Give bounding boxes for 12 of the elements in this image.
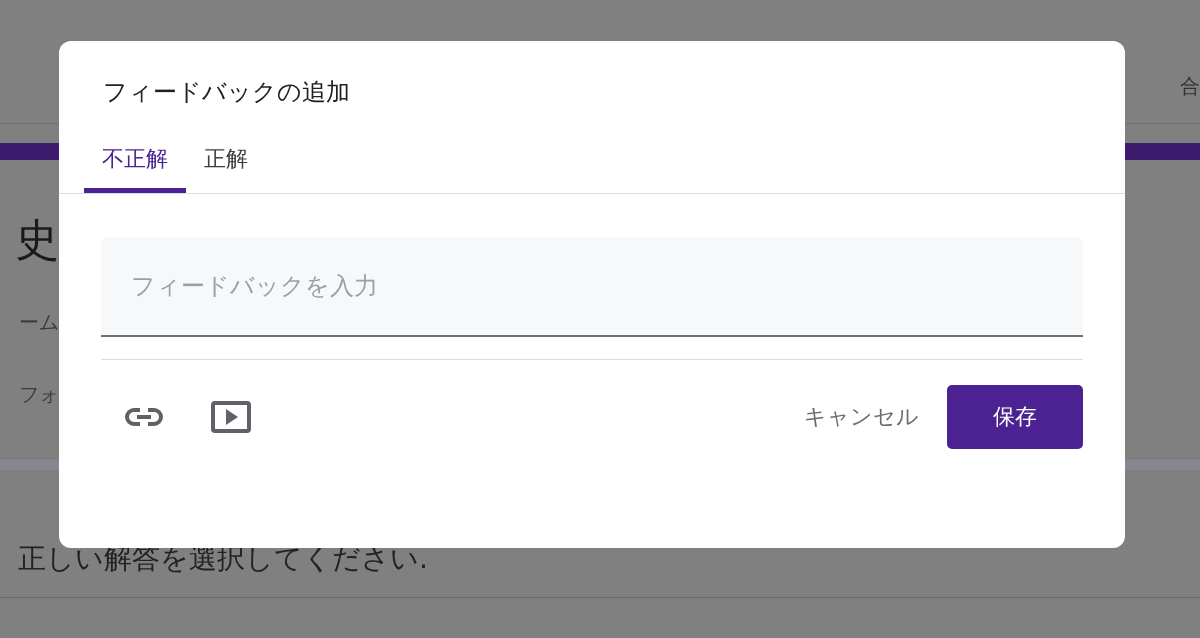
cancel-button[interactable]: キャンセル [794,392,929,442]
description-text: ーム [18,312,59,332]
dialog-title: フィードバックの追加 [102,77,351,106]
feedback-input[interactable]: フィードバックを入力 [101,236,1083,337]
tab[interactable]: 不正解 [84,135,186,193]
tab[interactable]: 正解 [186,135,266,193]
form-title: 史 [14,218,59,262]
header-text: 合 [1180,76,1200,96]
save-button[interactable]: 保存 [947,384,1083,449]
link-icon[interactable] [125,406,163,427]
video-icon[interactable] [211,400,251,433]
description-text: フォ [18,384,59,404]
